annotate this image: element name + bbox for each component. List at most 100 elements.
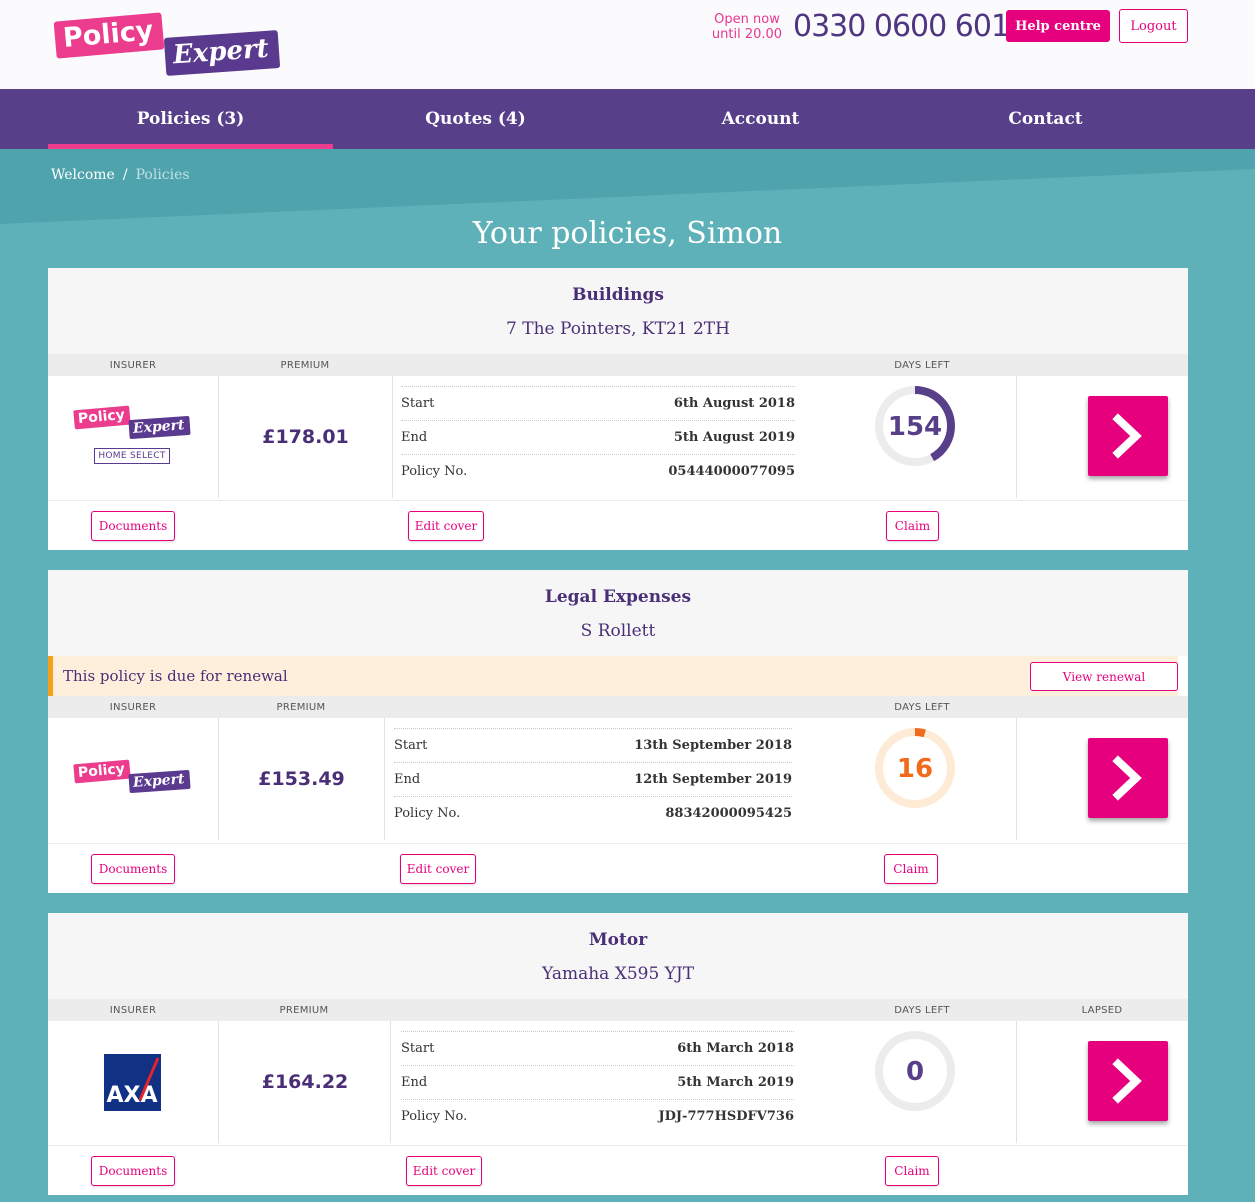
policy-number-value: 88342000095425 (665, 806, 792, 821)
card-actions: Documents Edit cover Claim (48, 1145, 1188, 1195)
col-days-left: DAYS LEFT (894, 1005, 950, 1016)
col-insurer: INSURER (109, 1005, 157, 1016)
policy-subtitle: S Rollett (580, 621, 656, 641)
card-actions: Documents Edit cover Claim (48, 500, 1188, 550)
chevron-right-icon (1112, 413, 1142, 459)
phone-number[interactable]: 0330 0600 601 (793, 9, 1010, 44)
policy-card-motor: Motor Yamaha X595 YJT INSURER PREMIUM DA… (48, 913, 1188, 1195)
chevron-right-icon (1112, 755, 1142, 801)
policy-number-label: Policy No. (394, 806, 461, 821)
opening-hours: Open now until 20.00 (702, 12, 792, 42)
days-left-value: 154 (888, 412, 942, 442)
edit-cover-button[interactable]: Edit cover (408, 511, 484, 541)
card-header: Legal Expenses S Rollett (48, 570, 1188, 656)
start-label: Start (401, 396, 435, 411)
claim-button[interactable]: Claim (886, 511, 939, 541)
start-row: Start 6th March 2018 (401, 1031, 794, 1065)
end-row: End 5th March 2019 (401, 1065, 794, 1099)
edit-cover-button[interactable]: Edit cover (406, 1156, 482, 1186)
end-label: End (394, 772, 421, 787)
edit-cover-button[interactable]: Edit cover (400, 854, 476, 884)
end-label: End (401, 1075, 428, 1090)
days-left-gauge: 154 (875, 386, 955, 466)
policy-card-legal-expenses: Legal Expenses S Rollett This policy is … (48, 570, 1188, 893)
breadcrumb-welcome[interactable]: Welcome (51, 167, 115, 183)
policy-number-row: Policy No. 05444000077095 (401, 454, 795, 488)
help-centre-button[interactable]: Help centre (1006, 10, 1110, 42)
axa-logo-text: AXA (106, 1083, 157, 1108)
policy-type: Legal Expenses (544, 587, 692, 607)
policy-details: Start 6th March 2018 End 5th March 2019 Po… (401, 1031, 794, 1133)
renewal-banner: This policy is due for renewal View rene… (48, 656, 1178, 696)
column-headers: INSURER PREMIUM DAYS LEFT LAPSED (48, 999, 1188, 1021)
top-header: Policy Expert Open now until 20.00 0330 … (0, 0, 1255, 89)
policy-details: Start 13th September 2018 End 12th Septemb… (394, 728, 792, 830)
end-row: End 5th August 2019 (401, 420, 795, 454)
policy-details: Start 6th August 2018 End 5th August 2019 … (401, 386, 795, 488)
policy-number-label: Policy No. (401, 464, 468, 479)
policy-row: Policy Expert £153.49 Start 13th Septembe… (48, 718, 1188, 840)
card-header: Buildings 7 The Pointers, KT21 2TH (48, 268, 1188, 354)
documents-button[interactable]: Documents (91, 1156, 175, 1186)
logo-policy-text: Policy (53, 12, 165, 59)
breadcrumb: Welcome / Policies (51, 167, 190, 183)
column-headers: INSURER PREMIUM DAYS LEFT (48, 354, 1188, 376)
column-headers: INSURER PREMIUM DAYS LEFT (48, 696, 1188, 718)
col-lapsed: LAPSED (1081, 1005, 1123, 1016)
policy-expert-logo[interactable]: Policy Expert (53, 11, 285, 81)
card-actions: Documents Edit cover Claim (48, 843, 1188, 893)
logo-expert-text: Expert (163, 30, 280, 76)
nav-tab-quotes[interactable]: Quotes (4) (333, 89, 618, 149)
policy-subtitle: Yamaha X595 YJT (541, 964, 695, 984)
policy-type: Buildings (572, 285, 664, 305)
days-left-value: 16 (897, 754, 933, 784)
premium-value: £164.22 (261, 1071, 349, 1093)
main-nav: Policies (3) Quotes (4) Account Contact (0, 89, 1255, 149)
col-days-left: DAYS LEFT (894, 360, 950, 371)
claim-button[interactable]: Claim (884, 854, 938, 884)
start-label: Start (401, 1041, 435, 1056)
days-left-gauge: 0 (875, 1031, 955, 1111)
col-premium: PREMIUM (276, 702, 326, 713)
days-left-value: 0 (906, 1057, 924, 1087)
view-policy-button[interactable] (1088, 738, 1168, 818)
page-title: Your policies, Simon (472, 216, 783, 251)
col-premium: PREMIUM (280, 360, 330, 371)
start-row: Start 6th August 2018 (401, 386, 795, 420)
view-policy-button[interactable] (1088, 1041, 1168, 1121)
open-until-text: until 20.00 (711, 27, 783, 42)
view-policy-button[interactable] (1088, 396, 1168, 476)
policy-type: Motor (588, 930, 648, 950)
premium-value: £178.01 (262, 426, 349, 448)
policy-number-value: JDJ-777HSDFV736 (658, 1109, 794, 1124)
view-renewal-button[interactable]: View renewal (1030, 662, 1178, 691)
claim-button[interactable]: Claim (885, 1156, 939, 1186)
col-insurer: INSURER (109, 360, 157, 371)
nav-tab-contact[interactable]: Contact (903, 89, 1188, 149)
start-value: 13th September 2018 (634, 738, 792, 753)
policy-row: AXA £164.22 Start 6th March 2018 End 5th M… (48, 1021, 1188, 1143)
insurer-logo-part1: Policy (73, 759, 131, 784)
end-value: 5th August 2019 (673, 430, 795, 445)
renewal-text: This policy is due for renewal (63, 667, 288, 685)
end-value: 5th March 2019 (677, 1075, 794, 1090)
nav-tab-policies[interactable]: Policies (3) (48, 89, 333, 149)
breadcrumb-separator: / (122, 167, 128, 183)
policy-number-label: Policy No. (401, 1109, 468, 1124)
nav-tab-account[interactable]: Account (618, 89, 903, 149)
documents-button[interactable]: Documents (91, 511, 175, 541)
logout-button[interactable]: Logout (1119, 9, 1188, 43)
col-insurer: INSURER (109, 702, 157, 713)
insurer-logo-part1: Policy (73, 405, 131, 430)
insurer-logo-axa: AXA (104, 1054, 161, 1111)
end-row: End 12th September 2019 (394, 762, 792, 796)
open-now-text: Open now (714, 12, 780, 27)
policy-subtitle: 7 The Pointers, KT21 2TH (506, 319, 730, 339)
policy-card-buildings: Buildings 7 The Pointers, KT21 2TH INSUR… (48, 268, 1188, 550)
documents-button[interactable]: Documents (91, 854, 175, 884)
start-value: 6th March 2018 (677, 1041, 794, 1056)
insurer-logo-policy-expert-home-select: Policy Expert HOME SELECT (73, 405, 214, 468)
policy-number-row: Policy No. JDJ-777HSDFV736 (401, 1099, 794, 1133)
end-value: 12th September 2019 (634, 772, 792, 787)
insurer-logo-part2: Expert (128, 415, 191, 440)
